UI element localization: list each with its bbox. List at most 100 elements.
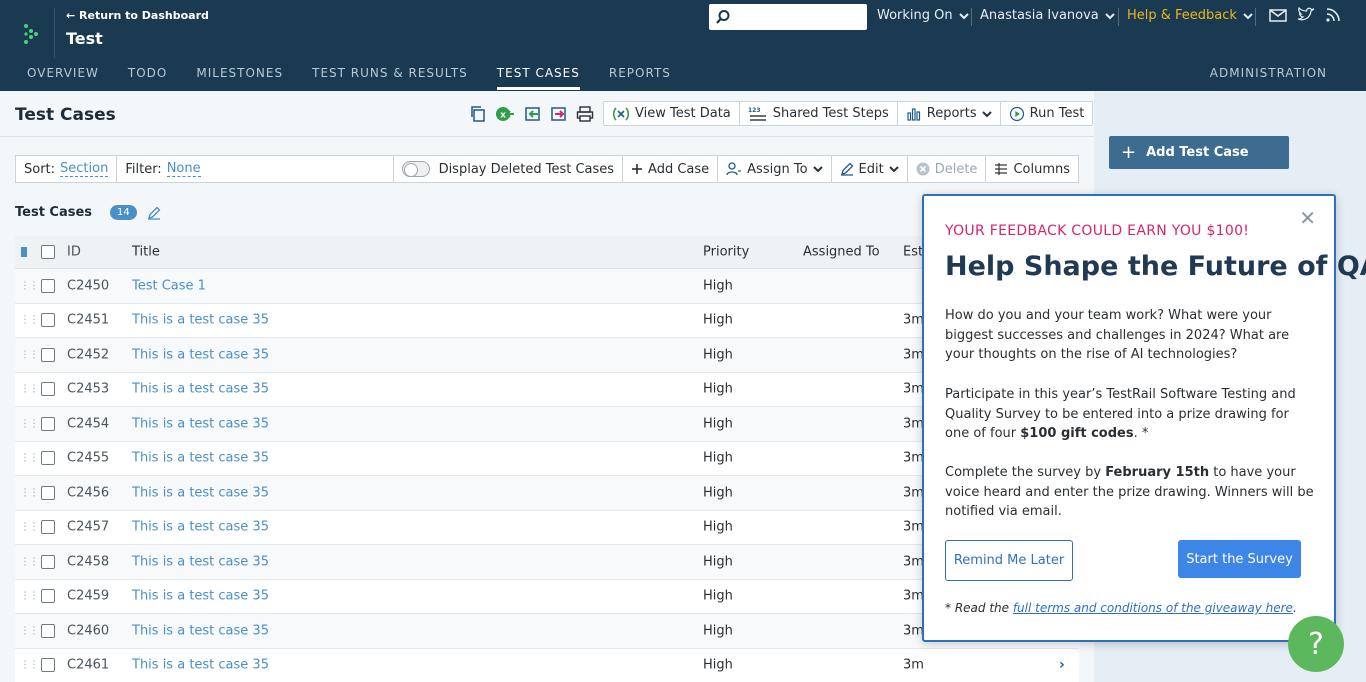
table-row[interactable]: ⋮⋮ C2450 Test Case 1 High bbox=[15, 269, 1079, 304]
drag-handle-icon[interactable]: ⋮⋮ bbox=[20, 280, 39, 291]
search-input[interactable] bbox=[709, 4, 867, 30]
row-checkbox[interactable] bbox=[41, 589, 55, 604]
case-title-link[interactable]: This is a test case 35 bbox=[132, 554, 269, 569]
add-test-case-button[interactable]: + Add Test Case bbox=[1109, 136, 1289, 169]
case-title-link[interactable]: This is a test case 35 bbox=[132, 382, 269, 397]
tab-test-cases[interactable]: TEST CASES bbox=[496, 66, 580, 90]
case-title-link[interactable]: This is a test case 35 bbox=[132, 658, 269, 673]
row-checkbox[interactable] bbox=[41, 451, 55, 466]
drag-handle-icon[interactable]: ⋮⋮ bbox=[20, 591, 39, 602]
drag-handle-icon[interactable]: ⋮⋮ bbox=[20, 487, 39, 498]
table-row[interactable]: ⋮⋮ C2459 This is a test case 35 High 3m bbox=[15, 579, 1079, 614]
tab-overview[interactable]: OVERVIEW bbox=[27, 66, 99, 90]
table-row[interactable]: ⋮⋮ C2451 This is a test case 35 High 3m bbox=[15, 303, 1079, 338]
drag-handle-icon[interactable]: ⋮⋮ bbox=[20, 522, 39, 533]
case-title-link[interactable]: This is a test case 35 bbox=[132, 347, 269, 362]
case-title-link[interactable]: This is a test case 35 bbox=[132, 313, 269, 328]
row-checkbox[interactable] bbox=[41, 382, 55, 397]
table-row[interactable]: ⋮⋮ C2458 This is a test case 35 High 3m bbox=[15, 545, 1079, 580]
table-row[interactable]: ⋮⋮ C2456 This is a test case 35 High 3m bbox=[15, 476, 1079, 511]
tab-todo[interactable]: TODO bbox=[128, 66, 167, 90]
reports-dropdown-button[interactable]: Reports bbox=[898, 102, 1001, 125]
return-to-dashboard-link[interactable]: ← Return to Dashboard bbox=[66, 9, 209, 22]
case-title-link[interactable]: Test Case 1 bbox=[132, 278, 206, 293]
help-feedback-menu[interactable]: Help & Feedback bbox=[1127, 8, 1253, 23]
remind-me-later-button[interactable]: Remind Me Later bbox=[945, 540, 1073, 581]
tab-test-runs-results[interactable]: TEST RUNS & RESULTS bbox=[312, 66, 468, 90]
close-icon[interactable]: ✕ bbox=[1299, 206, 1316, 230]
drag-handle-icon[interactable]: ⋮⋮ bbox=[20, 418, 39, 429]
column-toggle-icon[interactable] bbox=[21, 247, 27, 257]
row-checkbox[interactable] bbox=[41, 658, 55, 673]
drag-handle-icon[interactable]: ⋮⋮ bbox=[20, 384, 39, 395]
drag-handle-icon[interactable]: ⋮⋮ bbox=[20, 556, 39, 567]
shared-test-steps-button[interactable]: 123 Shared Test Steps bbox=[740, 102, 898, 125]
run-test-button[interactable]: Run Test bbox=[1001, 102, 1093, 125]
row-checkbox[interactable] bbox=[41, 416, 55, 431]
case-estimate: 3m bbox=[903, 312, 924, 328]
column-header-id[interactable]: ID bbox=[67, 245, 81, 260]
move-icon[interactable] bbox=[550, 105, 568, 123]
case-title-link[interactable]: This is a test case 35 bbox=[132, 416, 269, 431]
add-case-button[interactable]: Add Case bbox=[623, 156, 719, 182]
sort-control[interactable]: Sort: Section bbox=[16, 156, 118, 182]
table-row[interactable]: ⋮⋮ C2457 This is a test case 35 High 3m bbox=[15, 510, 1079, 545]
tab-milestones[interactable]: MILESTONES bbox=[196, 66, 283, 90]
twitter-icon[interactable] bbox=[1297, 7, 1315, 23]
select-all-checkbox[interactable] bbox=[41, 245, 55, 259]
working-on-menu[interactable]: Working On bbox=[877, 8, 969, 23]
edit-section-icon[interactable] bbox=[147, 206, 161, 220]
columns-button[interactable]: Columns bbox=[986, 156, 1078, 182]
table-row[interactable]: ⋮⋮ C2452 This is a test case 35 High 3m bbox=[15, 338, 1079, 373]
column-header-estimate[interactable]: Est bbox=[903, 245, 923, 260]
user-menu[interactable]: Anastasia Ivanova bbox=[980, 8, 1115, 23]
filter-value-link[interactable]: None bbox=[166, 161, 201, 177]
table-row[interactable]: ⋮⋮ C2454 This is a test case 35 High 3m bbox=[15, 407, 1079, 442]
view-test-data-button[interactable]: View Test Data bbox=[604, 102, 740, 125]
case-title-link[interactable]: This is a test case 35 bbox=[132, 623, 269, 638]
delete-button[interactable]: Delete bbox=[908, 156, 987, 182]
table-row[interactable]: ⋮⋮ C2455 This is a test case 35 High 3m bbox=[15, 441, 1079, 476]
display-deleted-toggle-control[interactable]: Display Deleted Test Cases bbox=[394, 156, 624, 182]
chevron-right-icon[interactable]: › bbox=[1059, 657, 1065, 673]
display-deleted-toggle[interactable] bbox=[401, 161, 430, 177]
drag-handle-icon[interactable]: ⋮⋮ bbox=[20, 625, 39, 636]
column-header-title[interactable]: Title bbox=[132, 245, 160, 260]
drag-handle-icon[interactable]: ⋮⋮ bbox=[20, 349, 39, 360]
case-title-link[interactable]: This is a test case 35 bbox=[132, 589, 269, 604]
edit-button[interactable]: Edit bbox=[832, 156, 908, 182]
row-checkbox[interactable] bbox=[41, 485, 55, 500]
sort-value-link[interactable]: Section bbox=[60, 161, 109, 177]
assign-to-button[interactable]: Assign To bbox=[718, 156, 832, 182]
row-checkbox[interactable] bbox=[41, 313, 55, 328]
drag-handle-icon[interactable]: ⋮⋮ bbox=[20, 453, 39, 464]
row-checkbox[interactable] bbox=[41, 554, 55, 569]
drag-handle-icon[interactable]: ⋮⋮ bbox=[20, 315, 39, 326]
terms-link[interactable]: full terms and conditions of the giveawa… bbox=[1013, 601, 1293, 615]
help-button[interactable]: ? bbox=[1288, 616, 1344, 672]
filter-control[interactable]: Filter: None bbox=[117, 156, 394, 182]
table-row[interactable]: ⋮⋮ C2460 This is a test case 35 High 3m bbox=[15, 614, 1079, 649]
case-title-link[interactable]: This is a test case 35 bbox=[132, 451, 269, 466]
row-checkbox[interactable] bbox=[41, 278, 55, 293]
row-checkbox[interactable] bbox=[41, 347, 55, 362]
copy-icon[interactable] bbox=[469, 105, 487, 123]
export-icon[interactable] bbox=[524, 105, 542, 123]
start-survey-button[interactable]: Start the Survey bbox=[1178, 540, 1301, 578]
tab-reports[interactable]: REPORTS bbox=[609, 66, 671, 90]
table-row[interactable]: ⋮⋮ C2461 This is a test case 35 High 3m › bbox=[15, 648, 1079, 682]
rss-icon[interactable] bbox=[1325, 7, 1343, 23]
testrail-logo[interactable] bbox=[20, 22, 42, 46]
row-checkbox[interactable] bbox=[41, 623, 55, 638]
tab-administration[interactable]: ADMINISTRATION bbox=[1210, 66, 1327, 80]
mail-icon[interactable] bbox=[1269, 7, 1287, 23]
table-row[interactable]: ⋮⋮ C2453 This is a test case 35 High 3m bbox=[15, 372, 1079, 407]
case-title-link[interactable]: This is a test case 35 bbox=[132, 485, 269, 500]
row-checkbox[interactable] bbox=[41, 520, 55, 535]
column-header-priority[interactable]: Priority bbox=[703, 245, 749, 260]
column-header-assigned-to[interactable]: Assigned To bbox=[803, 245, 880, 260]
print-icon[interactable] bbox=[576, 105, 594, 123]
import-icon[interactable]: x bbox=[496, 105, 514, 123]
case-title-link[interactable]: This is a test case 35 bbox=[132, 520, 269, 535]
drag-handle-icon[interactable]: ⋮⋮ bbox=[20, 660, 39, 671]
